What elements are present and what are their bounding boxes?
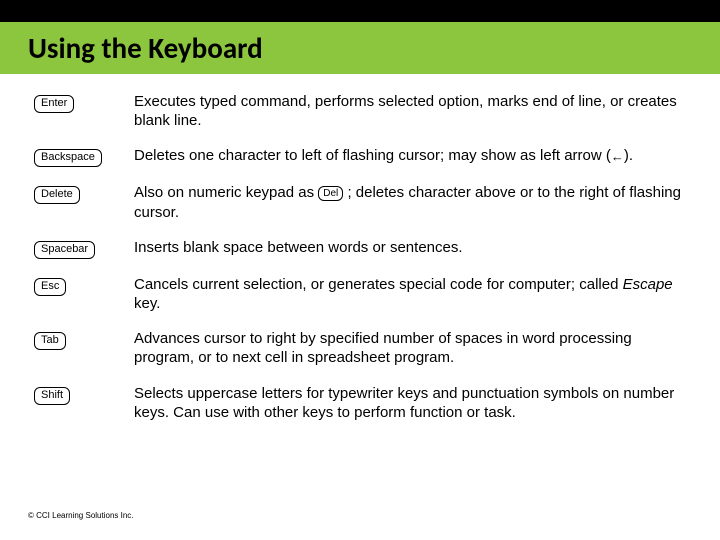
content-area: Enter Executes typed command, performs s…	[0, 74, 720, 432]
key-description: Executes typed command, performs selecte…	[128, 86, 692, 140]
copyright-footer: © CCI Learning Solutions Inc.	[28, 511, 134, 520]
key-description: Cancels current selection, or generates …	[128, 269, 692, 323]
keycap-spacebar: Spacebar	[34, 241, 95, 259]
keycap-enter: Enter	[34, 95, 74, 113]
table-row: Shift Selects uppercase letters for type…	[28, 378, 692, 432]
keycap-tab: Tab	[34, 332, 66, 350]
keycap-shift: Shift	[34, 387, 70, 405]
left-arrow-icon: ←	[611, 149, 624, 164]
keycap-backspace: Backspace	[34, 149, 102, 167]
key-description: Deletes one character to left of flashin…	[128, 140, 692, 177]
title-bar: Using the Keyboard	[0, 22, 720, 74]
key-description: Also on numeric keypad as Del ; deletes …	[128, 177, 692, 231]
keycap-delete: Delete	[34, 186, 80, 204]
table-row: Tab Advances cursor to right by specifie…	[28, 323, 692, 377]
keycap-esc: Esc	[34, 278, 66, 296]
key-description: Advances cursor to right by specified nu…	[128, 323, 692, 377]
key-description: Selects uppercase letters for typewriter…	[128, 378, 692, 432]
keyboard-table: Enter Executes typed command, performs s…	[28, 86, 692, 432]
key-description: Inserts blank space between words or sen…	[128, 232, 692, 269]
table-row: Enter Executes typed command, performs s…	[28, 86, 692, 140]
top-black-strip	[0, 0, 720, 22]
table-row: Spacebar Inserts blank space between wor…	[28, 232, 692, 269]
table-row: Delete Also on numeric keypad as Del ; d…	[28, 177, 692, 231]
page-title: Using the Keyboard	[28, 30, 263, 66]
keycap-del-inline: Del	[318, 186, 343, 201]
table-row: Backspace Deletes one character to left …	[28, 140, 692, 177]
escape-italic: Escape	[623, 276, 673, 293]
table-row: Esc Cancels current selection, or genera…	[28, 269, 692, 323]
